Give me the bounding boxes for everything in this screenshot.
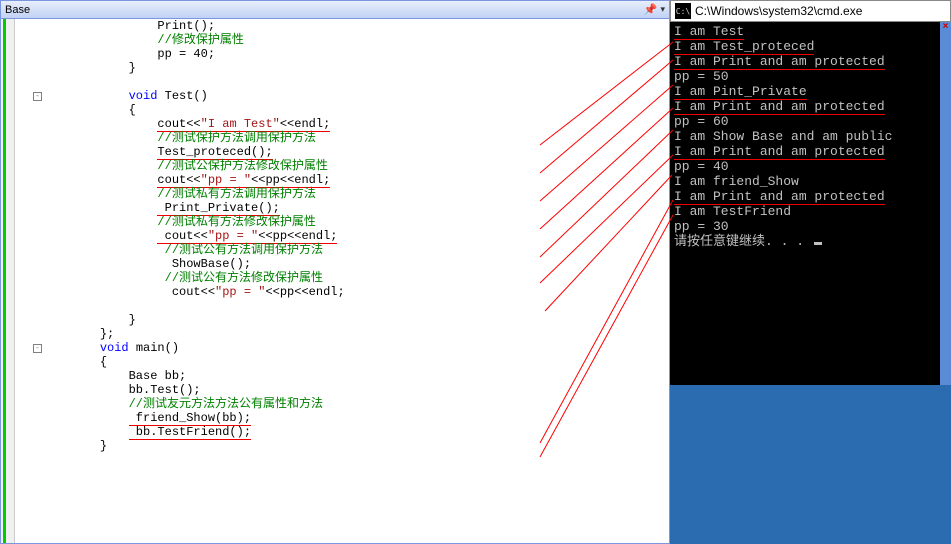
code-editor[interactable]: Print(); //修改保护属性 pp = 40; } void Test()… [15, 19, 669, 543]
ide-tab-bar: Base 📌 ▾ [1, 1, 669, 19]
pin-icon[interactable]: 📌 [644, 4, 656, 16]
console-title: C:\Windows\system32\cmd.exe [695, 4, 862, 18]
code-line[interactable]: cout<<"pp = "<<pp<<endl; [15, 173, 669, 187]
code-line[interactable]: //测试公保护方法修改保护属性 [15, 159, 669, 173]
close-icon[interactable]: × [940, 22, 951, 33]
console-line: I am Show Base and am public [674, 129, 947, 144]
console-line: I am friend_Show [674, 174, 947, 189]
console-pane: C:\ C:\Windows\system32\cmd.exe I am Tes… [670, 0, 951, 544]
code-line[interactable]: //测试私有方法修改保护属性 [15, 215, 669, 229]
code-line[interactable]: cout<<"pp = "<<pp<<endl; [15, 229, 669, 243]
code-line[interactable]: void main()- [15, 341, 669, 355]
ide-pane: Base 📌 ▾ Print(); //修改保护属性 pp = 40; } vo… [0, 0, 670, 544]
code-line[interactable]: cout<<"I am Test"<<endl; [15, 117, 669, 131]
console-line: pp = 50 [674, 69, 947, 84]
code-line[interactable]: Test_proteced(); [15, 145, 669, 159]
console-line: pp = 60 [674, 114, 947, 129]
console-line: I am Print and am protected [674, 144, 947, 159]
code-line[interactable] [15, 75, 669, 89]
console-line: pp = 30 [674, 219, 947, 234]
console-line: I am Print and am protected [674, 54, 947, 69]
fold-toggle[interactable]: - [33, 92, 42, 101]
console-prompt: 请按任意键继续. . . [674, 234, 947, 249]
code-line[interactable]: //测试公有方法调用保护方法 [15, 243, 669, 257]
code-line[interactable]: } [15, 439, 669, 453]
code-line[interactable]: cout<<"pp = "<<pp<<endl; [15, 285, 669, 299]
code-line[interactable]: //测试保护方法调用保护方法 [15, 131, 669, 145]
code-line[interactable]: Print_Private(); [15, 201, 669, 215]
editor-gutter [1, 19, 15, 543]
console-line: I am Print and am protected [674, 189, 947, 204]
code-line[interactable]: { [15, 103, 669, 117]
console-line: I am TestFriend [674, 204, 947, 219]
fold-toggle[interactable]: - [33, 344, 42, 353]
console-output[interactable]: I am TestI am Test_protecedI am Print an… [670, 22, 951, 385]
console-line: I am Pint_Private [674, 84, 947, 99]
console-line: I am Test [674, 24, 947, 39]
code-line[interactable]: { [15, 355, 669, 369]
code-line[interactable]: Print(); [15, 19, 669, 33]
code-line[interactable]: } [15, 61, 669, 75]
code-line[interactable]: } [15, 313, 669, 327]
code-line[interactable]: bb.TestFriend(); [15, 425, 669, 439]
console-lower-area [670, 385, 951, 544]
code-line[interactable]: ShowBase(); [15, 257, 669, 271]
code-line[interactable]: //修改保护属性 [15, 33, 669, 47]
code-line[interactable]: Base bb; [15, 369, 669, 383]
code-line[interactable]: void Test()- [15, 89, 669, 103]
code-line[interactable] [15, 299, 669, 313]
cmd-icon: C:\ [675, 3, 691, 19]
code-line[interactable]: //测试友元方法方法公有属性和方法 [15, 397, 669, 411]
ide-tab-title[interactable]: Base [5, 4, 30, 16]
console-titlebar[interactable]: C:\ C:\Windows\system32\cmd.exe [670, 0, 951, 22]
code-line[interactable]: bb.Test(); [15, 383, 669, 397]
cursor-icon [814, 242, 822, 245]
code-line[interactable]: friend_Show(bb); [15, 411, 669, 425]
console-line: pp = 40 [674, 159, 947, 174]
dropdown-icon[interactable]: ▾ [660, 4, 665, 15]
console-line: I am Test_proteced [674, 39, 947, 54]
code-line[interactable]: }; [15, 327, 669, 341]
code-line[interactable]: //测试公有方法修改保护属性 [15, 271, 669, 285]
code-line[interactable]: pp = 40; [15, 47, 669, 61]
code-line[interactable]: //测试私有方法调用保护方法 [15, 187, 669, 201]
right-side-strip: × [940, 22, 951, 385]
console-line: I am Print and am protected [674, 99, 947, 114]
